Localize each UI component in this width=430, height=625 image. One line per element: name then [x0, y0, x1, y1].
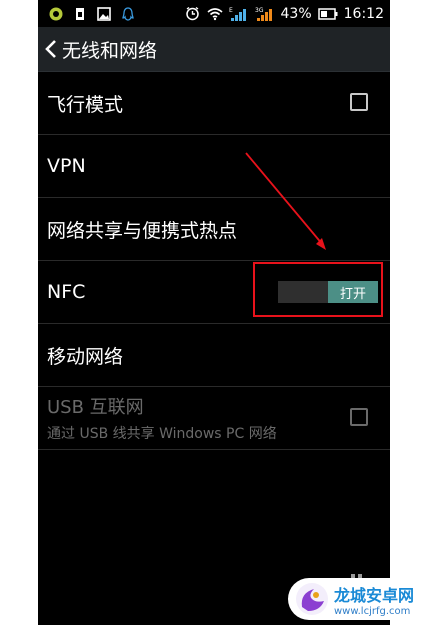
watermark-url: www.lcjrfg.com: [334, 605, 411, 617]
page-title: 无线和网络: [62, 39, 158, 62]
setting-nfc[interactable]: NFC 打开: [38, 261, 390, 324]
setting-label: 网络共享与便携式热点: [47, 219, 238, 242]
setting-airplane-mode[interactable]: 飞行模式: [38, 72, 390, 135]
setting-mobile-network[interactable]: 移动网络: [38, 324, 390, 387]
signal-e-icon: E: [229, 6, 249, 22]
setting-summary: 通过 USB 线共享 Windows PC 网络: [47, 426, 277, 442]
watermark-title: 龙城安卓网: [334, 585, 415, 605]
settings-list: 飞行模式 VPN 网络共享与便携式热点 NFC 打开 移动网络 USB 互联网 …: [38, 72, 390, 450]
phone-screen: E 3G 43% 16:12 无线和网络 飞行模式 VPN 网络共享与便携式热点…: [38, 0, 390, 625]
nfc-toggle[interactable]: 打开: [278, 281, 378, 303]
setting-label: NFC: [47, 281, 86, 303]
gallery-icon: [96, 6, 112, 22]
action-bar: 无线和网络: [38, 27, 390, 72]
battery-icon: [317, 6, 338, 22]
battery-percent: 43%: [280, 5, 312, 22]
back-button[interactable]: 无线和网络: [38, 27, 157, 71]
usb-internet-checkbox: [350, 408, 368, 426]
setting-label: 移动网络: [47, 345, 124, 368]
setting-label: 飞行模式: [47, 93, 124, 116]
nfc-toggle-on-label: 打开: [328, 281, 378, 303]
alarm-icon: [185, 6, 201, 22]
setting-vpn[interactable]: VPN: [38, 135, 390, 198]
watermark: 龙城安卓网 www.lcjrfg.com: [288, 578, 423, 620]
setting-usb-internet: USB 互联网 通过 USB 线共享 Windows PC 网络: [38, 387, 390, 450]
chevron-left-icon: [44, 39, 58, 59]
status-bar: E 3G 43% 16:12: [38, 0, 390, 27]
setting-label: VPN: [47, 155, 86, 177]
airplane-mode-checkbox[interactable]: [350, 93, 368, 111]
watermark-logo-icon: [294, 581, 330, 617]
setting-tethering-hotspot[interactable]: 网络共享与便携式热点: [38, 198, 390, 261]
signal-3g-icon: 3G: [255, 6, 275, 22]
qq-icon: [120, 6, 136, 22]
svg-text:3G: 3G: [255, 7, 264, 14]
setting-label: USB 互联网: [47, 397, 144, 418]
svg-text:E: E: [229, 7, 233, 14]
usb-debug-icon: [48, 6, 64, 22]
wifi-icon: [206, 6, 223, 22]
clock: 16:12: [343, 5, 384, 22]
sim-icon: [72, 6, 88, 22]
